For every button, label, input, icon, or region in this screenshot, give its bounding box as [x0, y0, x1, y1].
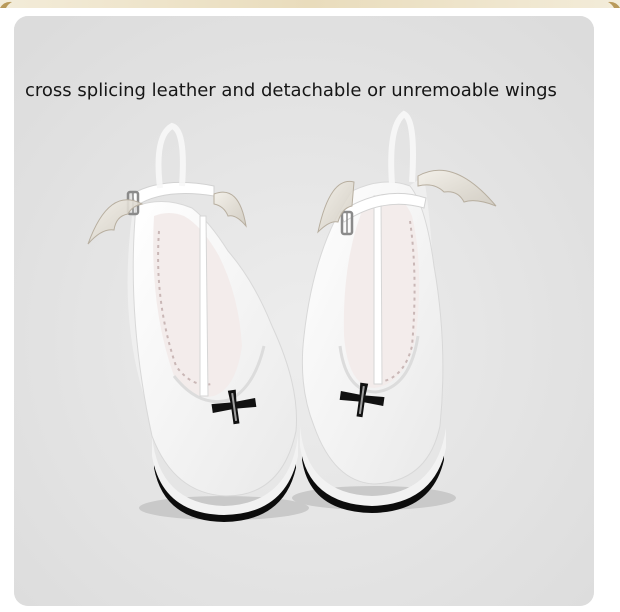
left-corner-ornament: [0, 1, 12, 8]
right-corner-ornament: [608, 1, 620, 8]
shoes-illustration: [14, 16, 594, 606]
product-photo: cross splicing leather and detachable or…: [14, 16, 594, 606]
top-decorative-strip: [0, 0, 620, 8]
product-caption: cross splicing leather and detachable or…: [25, 80, 557, 101]
